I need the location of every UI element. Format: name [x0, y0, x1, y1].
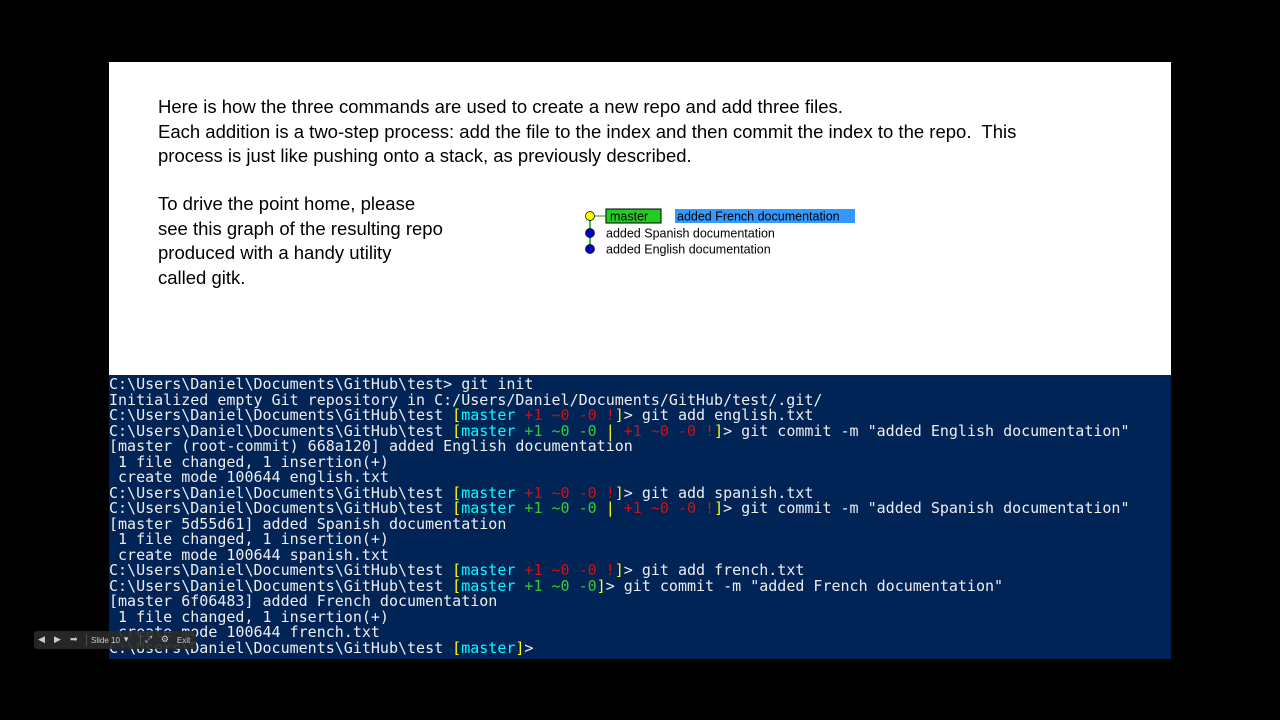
terminal-text: > git commit -m "added English documenta… [723, 421, 1130, 440]
intro-line-3: process is just like pushing onto a stac… [158, 145, 692, 166]
exit-button[interactable]: Exit [177, 636, 190, 645]
play-icon[interactable]: ▶ [54, 634, 66, 646]
gear-icon[interactable]: ⚙ [161, 634, 173, 646]
terminal-text: ] [714, 421, 724, 440]
gitk-line-2: see this graph of the resulting repo [158, 217, 443, 239]
terminal-text: > [524, 638, 534, 657]
terminal-text: +1 ~0 -0 [515, 499, 597, 517]
terminal-text: +1 ~0 -0 ! [623, 421, 715, 440]
terminal-text: master [461, 638, 516, 657]
control-divider [139, 634, 141, 646]
previous-icon[interactable]: ◀ [38, 634, 50, 646]
gitk-graph: master added French documentation added … [585, 208, 855, 257]
commit-dot-spanish [585, 228, 595, 238]
gitk-line-3: produced with a handy utility [158, 242, 392, 263]
powershell-terminal[interactable]: C:\Users\Daniel\Documents\GitHub\test> g… [109, 375, 1171, 659]
terminal-text: +1 ~0 -0 ! [623, 499, 715, 517]
terminal-text: [ [452, 638, 462, 657]
intro-line-1: Here is how the three commands are used … [158, 96, 843, 117]
fullscreen-icon[interactable]: ⤢ [145, 634, 157, 646]
terminal-text: > git commit -m "added Spanish documenta… [723, 499, 1130, 517]
commit-message-english[interactable]: added English documentation [606, 243, 771, 257]
slide-number-button[interactable]: Slide 10 [91, 636, 120, 645]
intro-paragraph: Here is how the three commands are used … [158, 95, 1016, 169]
slide-content: Here is how the three commands are used … [109, 62, 1171, 375]
terminal-text: > git commit -m "added French documentat… [605, 576, 1004, 595]
branch-label: master [610, 210, 648, 224]
terminal-text: ] [596, 576, 606, 595]
terminal-text: ] [714, 499, 724, 517]
control-divider [86, 634, 87, 646]
terminal-text: | [596, 499, 624, 517]
terminal-text: +1 ~0 -0 [515, 576, 597, 595]
commit-message-french[interactable]: added French documentation [677, 210, 840, 224]
intro-line-2: Each addition is a two-step process: add… [158, 120, 1017, 142]
next-icon[interactable]: ➡ [70, 634, 82, 646]
slideshow-controls: ◀ ▶ ➡ Slide 10 ▾ ⤢ ⚙ Exit [34, 631, 196, 649]
commit-message-spanish[interactable]: added Spanish documentation [606, 227, 775, 241]
gitk-line-4: called gitk. [158, 266, 246, 288]
gitk-paragraph: To drive the point home, please see this… [158, 192, 443, 290]
terminal-line: C:\Users\Daniel\Documents\GitHub\test [m… [109, 638, 1171, 657]
commit-dot-french [585, 211, 595, 221]
dropdown-icon[interactable]: ▾ [124, 634, 136, 646]
commit-dot-english [585, 244, 595, 254]
gitk-line-1: To drive the point home, please [158, 193, 416, 214]
